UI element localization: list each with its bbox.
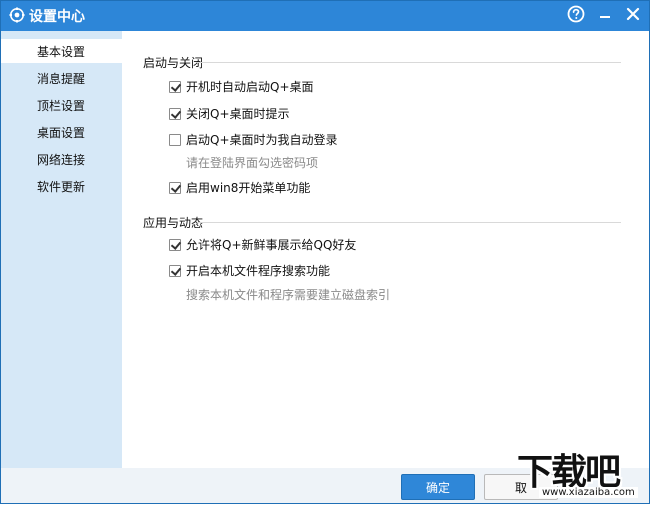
checkbox[interactable] [169, 181, 181, 194]
close-icon [625, 6, 641, 26]
option-label: 关闭Q+桌面时提示 [186, 107, 290, 121]
option-label: 开机时自动启动Q+桌面 [186, 80, 314, 94]
sidebar-item-basic[interactable]: 基本设置 [1, 39, 122, 63]
watermark-logo: 下载吧 www.xiazaiba.com [515, 445, 650, 505]
checkbox[interactable] [169, 80, 181, 93]
sidebar-item-label: 桌面设置 [37, 125, 86, 140]
option-label: 开启本机文件程序搜索功能 [186, 264, 331, 278]
sidebar-item-label: 消息提醒 [37, 71, 86, 86]
sidebar: 基本设置 消息提醒 顶栏设置 桌面设置 网络连接 软件更新 [1, 31, 122, 468]
option-share-news[interactable]: 允许将Q+新鲜事展示给QQ好友 [169, 236, 356, 253]
option-hint: 搜索本机文件和程序需要建立磁盘索引 [186, 288, 391, 302]
option-local-search[interactable]: 开启本机文件程序搜索功能 [169, 262, 330, 279]
option-label: 启用win8开始菜单功能 [186, 181, 311, 195]
section-divider [197, 62, 621, 63]
section-title-apps: 应用与动态 [143, 216, 204, 230]
checkbox[interactable] [169, 238, 181, 251]
option-auto-login[interactable]: 启动Q+桌面时为我自动登录 [169, 131, 338, 148]
option-win8-menu[interactable]: 启用win8开始菜单功能 [169, 179, 310, 196]
option-hint: 请在登陆界面勾选密码项 [186, 156, 319, 170]
sidebar-item-label: 顶栏设置 [37, 98, 86, 113]
window-title: 设置中心 [29, 9, 85, 25]
minimize-button[interactable] [593, 4, 617, 28]
option-label: 启动Q+桌面时为我自动登录 [186, 133, 338, 147]
sidebar-item-notifications[interactable]: 消息提醒 [1, 66, 122, 90]
option-auto-start[interactable]: 开机时自动启动Q+桌面 [169, 78, 314, 95]
gear-icon [9, 7, 25, 23]
help-circle-icon [567, 5, 585, 27]
ok-button[interactable]: 确定 [401, 474, 475, 500]
checkbox[interactable] [169, 264, 181, 277]
help-button[interactable] [564, 4, 588, 28]
sidebar-item-desktop[interactable]: 桌面设置 [1, 120, 122, 144]
watermark-url: www.xiazaiba.com [539, 487, 638, 498]
minimize-icon [597, 6, 613, 26]
section-divider [197, 222, 621, 223]
section-title-startup: 启动与关闭 [143, 56, 204, 70]
checkbox[interactable] [169, 133, 181, 146]
sidebar-item-update[interactable]: 软件更新 [1, 174, 122, 198]
settings-content: 启动与关闭 开机时自动启动Q+桌面 关闭Q+桌面时提示 启动Q+桌面时为我自动登… [122, 31, 649, 468]
sidebar-item-label: 网络连接 [37, 152, 86, 167]
sidebar-item-label: 基本设置 [37, 44, 86, 59]
sidebar-item-label: 软件更新 [37, 179, 86, 194]
close-button[interactable] [621, 4, 645, 28]
settings-window: 设置中心 基本设置 消息提醒 顶栏设置 桌面设置 网络连接 软件更新 启动与关闭… [0, 0, 650, 504]
option-close-prompt[interactable]: 关闭Q+桌面时提示 [169, 105, 290, 122]
title-bar[interactable]: 设置中心 [1, 1, 649, 31]
checkbox[interactable] [169, 107, 181, 120]
sidebar-item-network[interactable]: 网络连接 [1, 147, 122, 171]
sidebar-item-topbar[interactable]: 顶栏设置 [1, 93, 122, 117]
option-label: 允许将Q+新鲜事展示给QQ好友 [186, 238, 357, 252]
